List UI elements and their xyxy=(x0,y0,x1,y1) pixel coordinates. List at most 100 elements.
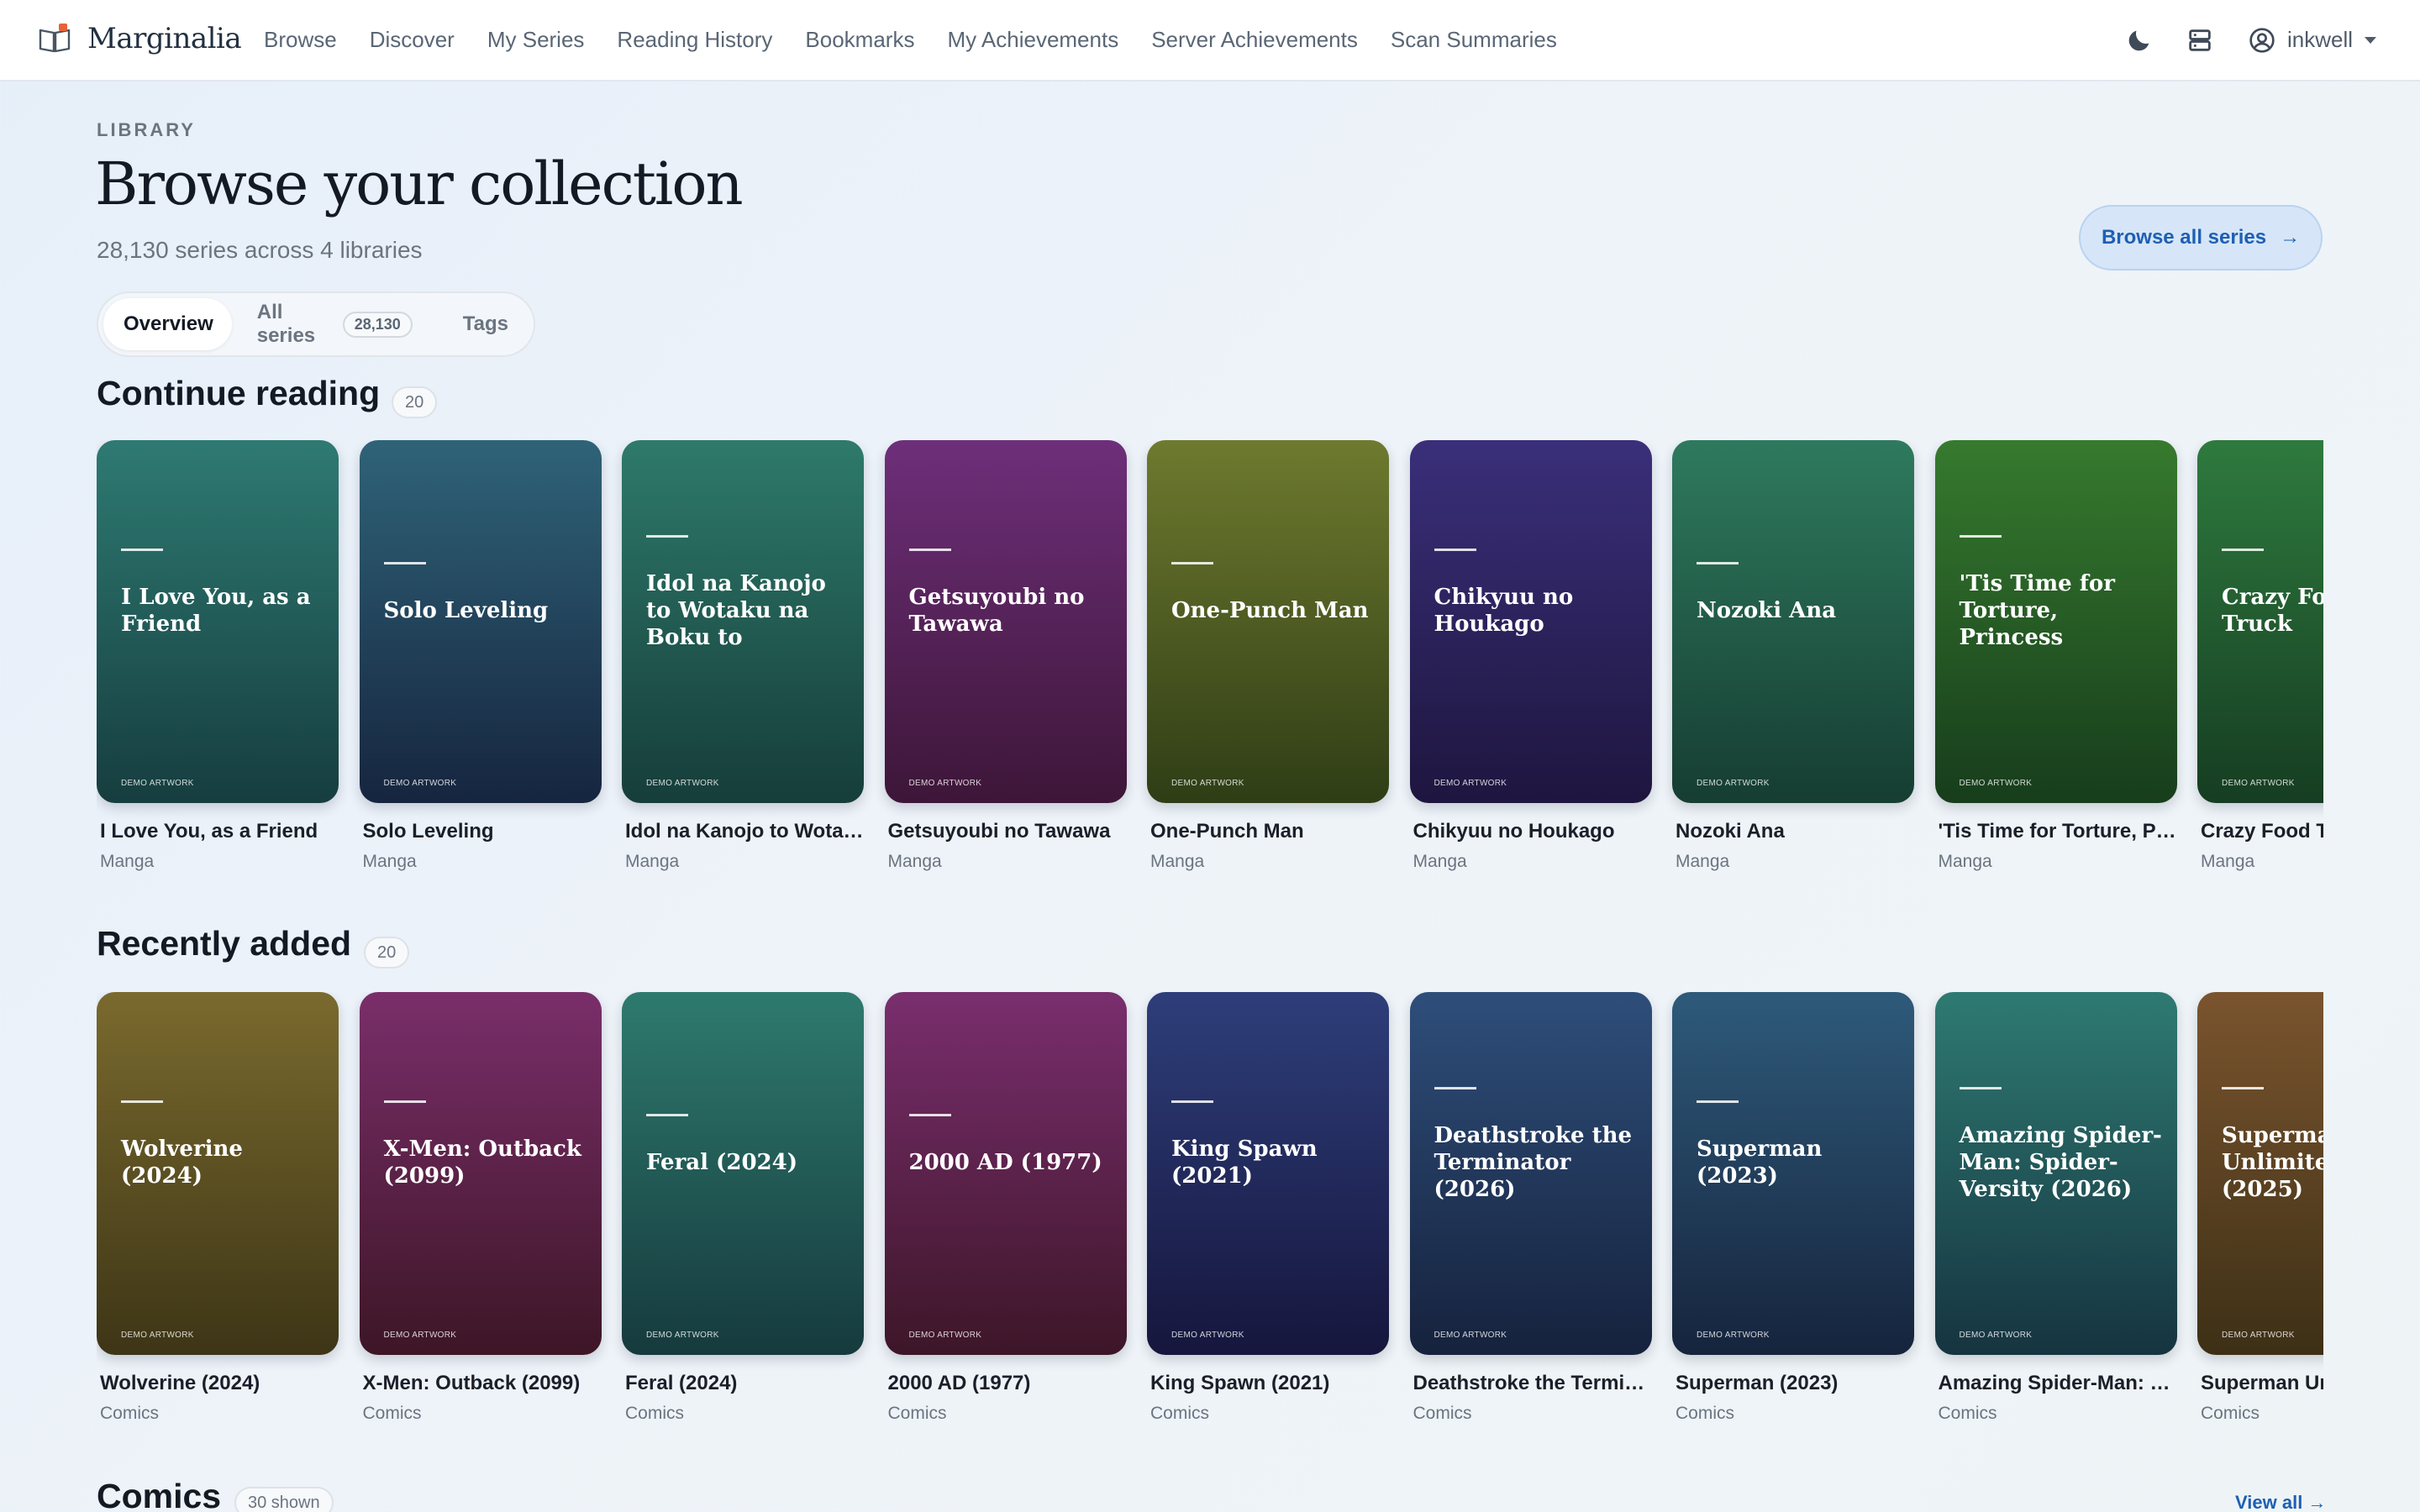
section-title-comics: Comics xyxy=(97,1477,222,1512)
series-cover[interactable]: Chikyuu no Houkago DEMO ARTWORK xyxy=(1409,440,1652,803)
series-title[interactable]: 2000 AD (1977) xyxy=(888,1372,1127,1395)
cover-rule xyxy=(1697,1100,1739,1103)
series-card[interactable]: Superman Unlimited (2025)DEMO ARTWORK Sup… xyxy=(2197,992,2323,1424)
series-title[interactable]: Crazy Food Truck xyxy=(2201,820,2323,843)
series-card[interactable]: Idol na Kanojo to Wotaku na Boku to DEMO … xyxy=(622,440,864,872)
series-type: Comics xyxy=(1938,1404,1997,1423)
series-title[interactable]: Deathstroke the Terminator (2026) xyxy=(1413,1372,1652,1395)
series-cover[interactable]: Solo Leveling DEMO ARTWORK xyxy=(359,440,602,803)
series-card[interactable]: Crazy Food TruckDEMO ARTWORKCrazy Food T… xyxy=(2197,440,2323,872)
series-cover[interactable]: Idol na Kanojo to Wotaku na Boku to DEMO … xyxy=(622,440,864,803)
cover-demo-label: DEMO ARTWORK xyxy=(2222,779,2295,788)
browse-all-label: Browse all series xyxy=(2101,226,2267,249)
series-title[interactable]: Getsuyoubi no Tawawa xyxy=(888,820,1127,843)
series-title[interactable]: X-Men: Outback (2099) xyxy=(363,1372,602,1395)
series-cover[interactable]: Crazy Food Truck DEMO ARTWORK xyxy=(2197,440,2323,803)
series-card[interactable]: X-Men: Outback (2099) DEMO ARTWORK X-Men: … xyxy=(359,992,602,1424)
cover-title: 'Tis Time for Torture, Princess xyxy=(1959,571,2115,650)
series-title[interactable]: Wolverine (2024) xyxy=(100,1372,339,1395)
series-cover[interactable]: X-Men: Outback (2099) DEMO ARTWORK xyxy=(359,992,602,1355)
nav-server-achievements[interactable]: Server Achievements xyxy=(1151,27,1358,53)
series-cover[interactable]: One-Punch Man DEMO ARTWORK xyxy=(1147,440,1389,803)
nav-my-series[interactable]: My Series xyxy=(487,27,585,53)
username: inkwell xyxy=(2286,27,2353,52)
cover-rule xyxy=(121,549,163,551)
series-card[interactable]: One-Punch Man DEMO ARTWORK One-Punch Man Ma… xyxy=(1147,440,1389,872)
server-icon[interactable] xyxy=(2185,25,2215,55)
series-card[interactable]: Amazing Spider-Man: Spider-Versity (2026… xyxy=(1934,992,2177,1424)
series-title[interactable]: Amazing Spider-Man: Spider-Versity (2026… xyxy=(1939,1372,2177,1395)
series-cover[interactable]: Getsuyoubi no Tawawa DEMO ARTWORK xyxy=(884,440,1127,803)
nav-my-achievements[interactable]: My Achievements xyxy=(947,27,1118,53)
cover-title: Getsuyoubi no Tawawa xyxy=(908,585,1085,637)
cover-demo-label: DEMO ARTWORK xyxy=(908,779,982,788)
series-card[interactable]: Deathstroke the Terminator (2026) DEMO AR… xyxy=(1409,992,1652,1424)
series-title[interactable]: Chikyuu no Houkago xyxy=(1413,820,1652,843)
user-avatar-icon xyxy=(2249,27,2275,53)
series-card[interactable]: Chikyuu no Houkago DEMO ARTWORK Chikyuu no… xyxy=(1409,440,1652,872)
section-count-badge: 30 shown xyxy=(234,1487,334,1512)
series-title[interactable]: One-Punch Man xyxy=(1150,820,1389,843)
nav-reading-history[interactable]: Reading History xyxy=(617,27,772,53)
series-cover[interactable]: Deathstroke the Terminator (2026) DEMO AR… xyxy=(1409,992,1652,1355)
series-title[interactable]: King Spawn (2021) xyxy=(1150,1372,1389,1395)
nav-scan-summaries[interactable]: Scan Summaries xyxy=(1391,27,1557,53)
series-card[interactable]: King Spawn (2021) DEMO ARTWORK King Spawn … xyxy=(1147,992,1389,1424)
series-type: Comics xyxy=(1413,1404,1472,1423)
series-title[interactable]: 'Tis Time for Torture, Princess xyxy=(1939,820,2177,843)
user-menu[interactable]: inkwell xyxy=(2249,27,2376,54)
tab-tags[interactable]: Tags xyxy=(438,298,534,350)
series-card[interactable]: Superman (2023) DEMO ARTWORK Superman (202… xyxy=(1672,992,1914,1424)
dark-mode-moon-icon[interactable] xyxy=(2124,25,2154,55)
series-card[interactable]: Getsuyoubi no Tawawa DEMO ARTWORK Getsuyou… xyxy=(884,440,1127,872)
nav-browse[interactable]: Browse xyxy=(264,27,337,53)
tab-overview[interactable]: Overview xyxy=(103,298,232,350)
series-title[interactable]: Superman (2023) xyxy=(1676,1372,1914,1395)
series-title[interactable]: Feral (2024) xyxy=(625,1372,864,1395)
cover-demo-label: DEMO ARTWORK xyxy=(121,1331,194,1340)
brand-link[interactable]: Marginalia xyxy=(39,22,242,55)
series-card[interactable]: Solo Leveling DEMO ARTWORK Solo Leveling Ma… xyxy=(359,440,602,872)
arrow-right-icon: → xyxy=(2280,226,2301,249)
cover-demo-label: DEMO ARTWORK xyxy=(1171,779,1244,788)
series-card[interactable]: I Love You, as a Friend DEMO ARTWORK I Lov… xyxy=(97,440,339,872)
cover-demo-label: DEMO ARTWORK xyxy=(1434,779,1507,788)
cover-demo-label: DEMO ARTWORK xyxy=(1434,1331,1507,1340)
series-type: Comics xyxy=(887,1404,947,1423)
series-cover[interactable]: 2000 AD (1977) DEMO ARTWORK xyxy=(884,992,1127,1355)
series-card[interactable]: 'Tis Time for Torture, Princess DEMO ARTW… xyxy=(1934,440,2177,872)
cover-rule xyxy=(2222,549,2264,551)
series-cover[interactable]: King Spawn (2021) DEMO ARTWORK xyxy=(1147,992,1389,1355)
cover-demo-label: DEMO ARTWORK xyxy=(1959,779,2033,788)
book-logo-icon xyxy=(39,24,71,54)
page-title: Browse your collection xyxy=(95,150,744,218)
series-cover[interactable]: Nozoki Ana DEMO ARTWORK xyxy=(1672,440,1914,803)
series-title[interactable]: Idol na Kanojo to Wotaku na Boku to xyxy=(625,820,864,843)
series-title[interactable]: Nozoki Ana xyxy=(1676,820,1914,843)
series-type: Comics xyxy=(2201,1404,2260,1423)
tab-all-series[interactable]: All series 28,130 xyxy=(232,298,438,350)
series-type: Manga xyxy=(2201,852,2255,871)
cover-title: Amazing Spider-Man: Spider-Versity (2026… xyxy=(1959,1123,2162,1202)
browse-all-series-button[interactable]: Browse all series → xyxy=(2079,205,2323,270)
series-title[interactable]: Superman Unlimited (2025) xyxy=(2201,1372,2323,1395)
series-title[interactable]: Solo Leveling xyxy=(363,820,602,843)
series-cover[interactable]: Superman Unlimited (2025) DEMO ARTWORK xyxy=(2197,992,2323,1355)
series-cover[interactable]: Amazing Spider-Man: Spider-Versity (2026… xyxy=(1934,992,2177,1355)
series-type: Comics xyxy=(362,1404,422,1423)
series-cover[interactable]: Wolverine (2024) DEMO ARTWORK xyxy=(97,992,339,1355)
nav-bookmarks[interactable]: Bookmarks xyxy=(805,27,914,53)
series-title[interactable]: I Love You, as a Friend xyxy=(100,820,339,843)
series-card[interactable]: Feral (2024) DEMO ARTWORK Feral (2024) Comi… xyxy=(622,992,864,1424)
nav-discover[interactable]: Discover xyxy=(370,27,455,53)
view-all-comics-link[interactable]: View all → xyxy=(2235,1492,2326,1512)
series-cover[interactable]: I Love You, as a Friend DEMO ARTWORK xyxy=(97,440,339,803)
cover-rule xyxy=(908,1114,951,1116)
series-cover[interactable]: 'Tis Time for Torture, Princess DEMO ARTW… xyxy=(1934,440,2177,803)
cover-title: Deathstroke the Terminator (2026) xyxy=(1434,1123,1633,1202)
series-card[interactable]: 2000 AD (1977) DEMO ARTWORK 2000 AD (1977)… xyxy=(884,992,1127,1424)
series-cover[interactable]: Feral (2024) DEMO ARTWORK xyxy=(622,992,864,1355)
series-cover[interactable]: Superman (2023) DEMO ARTWORK xyxy=(1672,992,1914,1355)
series-card[interactable]: Nozoki Ana DEMO ARTWORK Nozoki Ana Manga xyxy=(1672,440,1914,872)
series-card[interactable]: Wolverine (2024) DEMO ARTWORK Wolverine (2… xyxy=(97,992,339,1424)
